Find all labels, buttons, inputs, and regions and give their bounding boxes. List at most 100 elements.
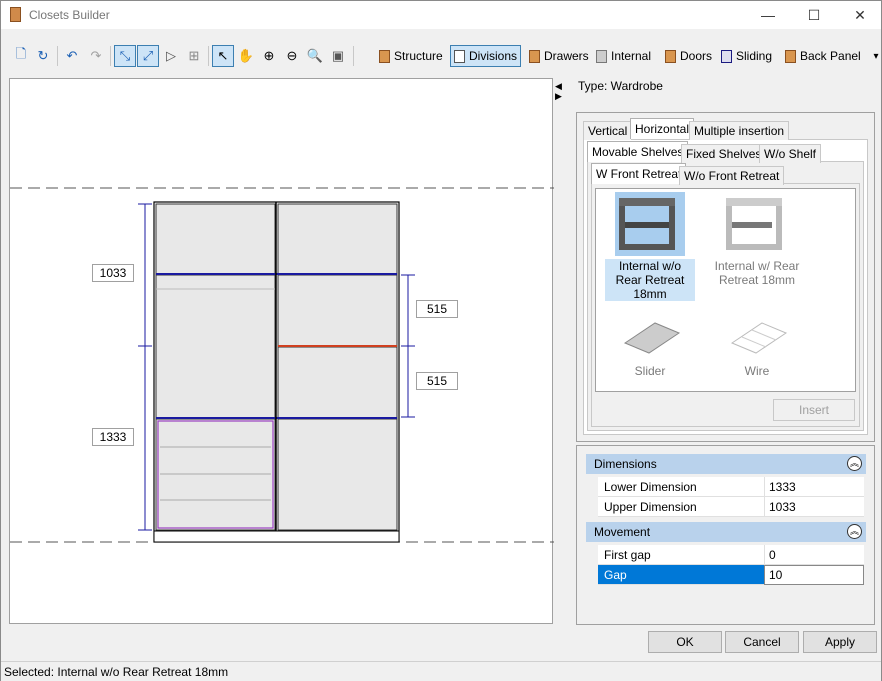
type-label: Type: Wardrobe [578, 79, 663, 93]
tab-movable-shelves[interactable]: Movable Shelves [587, 141, 689, 162]
shelf-item[interactable]: Slider [605, 313, 695, 378]
divisions-label: Divisions [469, 49, 518, 63]
title-bar: Closets Builder — ☐ ✕ [1, 1, 881, 29]
property-value[interactable]: 1033 [764, 497, 864, 517]
tab-multiple-insertion[interactable]: Multiple insertion [689, 121, 790, 140]
property-value[interactable]: 0 [764, 545, 864, 565]
property-name: Gap [598, 565, 764, 585]
toolbar-separator [57, 46, 58, 66]
property-row[interactable]: Upper Dimension 1033 [598, 497, 864, 517]
doors-label: Doors [680, 49, 713, 63]
back-panel-label: Back Panel [800, 49, 861, 63]
tab-w-front-retreat[interactable]: W Front Retreat [591, 163, 687, 184]
new-icon[interactable]: 🗋 [10, 45, 32, 67]
close-button[interactable]: ✕ [837, 1, 882, 29]
window-title: Closets Builder [29, 8, 110, 22]
shelf-item[interactable]: Internal w/ Rear Retreat 18mm [712, 192, 802, 287]
zoom-search-icon[interactable]: 🔍 [304, 45, 326, 67]
sliding-button[interactable]: Sliding [718, 45, 775, 67]
toolbar-separator [110, 46, 111, 66]
property-name: First gap [598, 545, 764, 565]
undo-icon[interactable]: ↶ [61, 45, 83, 67]
refresh-icon[interactable]: ↻ [32, 45, 54, 67]
shelf-item[interactable]: Wire [712, 313, 802, 378]
toolbar: 🗋 ↻ ↶ ↷ ⤡ ⤢ ▷ ⊞ ↖ ✋ ⊕ ⊖ 🔍 ▣ Structure Di… [1, 41, 881, 71]
internal-button[interactable]: Internal [593, 45, 654, 67]
property-name: Lower Dimension [598, 477, 764, 497]
toolbar-separator [208, 46, 209, 66]
property-value[interactable]: 1333 [764, 477, 864, 497]
internal-label: Internal [611, 49, 652, 63]
shelf-item[interactable]: Internal w/o Rear Retreat 18mm [605, 192, 695, 301]
arrow-left-icon[interactable]: ◀ [555, 81, 562, 91]
insert-button[interactable]: Insert [773, 399, 855, 421]
dimension-label[interactable]: 515 [416, 300, 458, 318]
compartment[interactable] [277, 274, 398, 347]
property-value-input[interactable]: 10 [764, 565, 864, 585]
compartment[interactable] [277, 418, 398, 531]
redo-icon[interactable]: ↷ [85, 45, 107, 67]
structure-icon [379, 49, 390, 63]
dimension-label[interactable]: 1033 [92, 264, 134, 282]
grid-icon[interactable]: ⊞ [183, 45, 205, 67]
divisions-button[interactable]: Divisions [450, 45, 522, 67]
cancel-button[interactable]: Cancel [725, 631, 799, 653]
maximize-button[interactable]: ☐ [791, 1, 837, 29]
property-row[interactable]: Gap 10 [598, 565, 864, 585]
arrow-right-icon[interactable]: ▶ [555, 91, 562, 101]
plinth [153, 530, 400, 543]
toolbar-overflow-icon[interactable]: ▾ [871, 45, 881, 67]
dimensions-group-header[interactable]: Dimensions ︽ [586, 454, 866, 474]
back-panel-icon [785, 49, 796, 63]
apply-button[interactable]: Apply [803, 631, 877, 653]
internal-shelf-icon [615, 192, 685, 256]
sliding-icon [721, 49, 732, 63]
tab-wo-shelf[interactable]: W/o Shelf [759, 144, 822, 163]
zoom-in-icon[interactable]: ⊕ [258, 45, 280, 67]
shelf-item-label: Internal w/o Rear Retreat 18mm [605, 259, 695, 301]
structure-button[interactable]: Structure [376, 45, 446, 67]
dimension-label[interactable]: 1333 [92, 428, 134, 446]
compartment[interactable] [155, 203, 276, 275]
ok-button[interactable]: OK [648, 631, 722, 653]
dimension-label[interactable]: 515 [416, 372, 458, 390]
zoom-out-icon[interactable]: ⊖ [281, 45, 303, 67]
mirror-icon[interactable]: ▷ [160, 45, 182, 67]
zoom-extents-icon[interactable]: ▣ [327, 45, 349, 67]
wire-shelf-icon [730, 322, 788, 354]
closets-builder-window: Closets Builder — ☐ ✕ 🗋 ↻ ↶ ↷ ⤡ ⤢ ▷ ⊞ ↖ … [0, 0, 882, 681]
collapse-icon[interactable]: ︽ [847, 456, 862, 471]
auto-dimension-icon[interactable]: ⤢ [137, 45, 159, 67]
property-row[interactable]: Lower Dimension 1333 [598, 477, 864, 497]
compartment[interactable] [155, 274, 276, 419]
minimize-button[interactable]: — [745, 1, 791, 29]
pan-hand-icon[interactable]: ✋ [235, 45, 257, 67]
dimension-tool-icon[interactable]: ⤡ [114, 45, 136, 67]
drawers-label: Drawers [544, 49, 589, 63]
back-panel-button[interactable]: Back Panel [782, 45, 864, 67]
tab-fixed-shelves[interactable]: Fixed Shelves [681, 144, 767, 163]
wardrobe-drawing [10, 187, 554, 543]
movement-header-label: Movement [594, 525, 651, 539]
dimensions-header-label: Dimensions [594, 457, 657, 471]
compartment[interactable] [277, 203, 398, 275]
tab-vertical[interactable]: Vertical [583, 121, 633, 140]
drawing-canvas[interactable]: 1033 1333 515 515 [9, 78, 554, 624]
collapse-icon[interactable]: ︽ [847, 524, 862, 539]
toolbar-separator [353, 46, 354, 66]
compartment[interactable] [277, 346, 398, 419]
app-icon [10, 7, 21, 22]
internal-icon [596, 49, 607, 63]
shelf-item-label: Wire [744, 364, 770, 378]
status-bar: Selected: Internal w/o Rear Retreat 18mm [1, 661, 881, 681]
panel-toggle-arrows[interactable]: ◀ ▶ [555, 81, 562, 101]
select-pointer-icon[interactable]: ↖ [212, 45, 234, 67]
movement-group-header[interactable]: Movement ︽ [586, 522, 866, 542]
drawers-button[interactable]: Drawers [526, 45, 592, 67]
property-row[interactable]: First gap 0 [598, 545, 864, 565]
doors-icon [665, 49, 676, 63]
tab-horizontal[interactable]: Horizontal [630, 118, 695, 139]
internal-rear-shelf-icon [726, 198, 782, 250]
doors-button[interactable]: Doors [662, 45, 715, 67]
tab-wo-front-retreat[interactable]: W/o Front Retreat [679, 166, 785, 185]
